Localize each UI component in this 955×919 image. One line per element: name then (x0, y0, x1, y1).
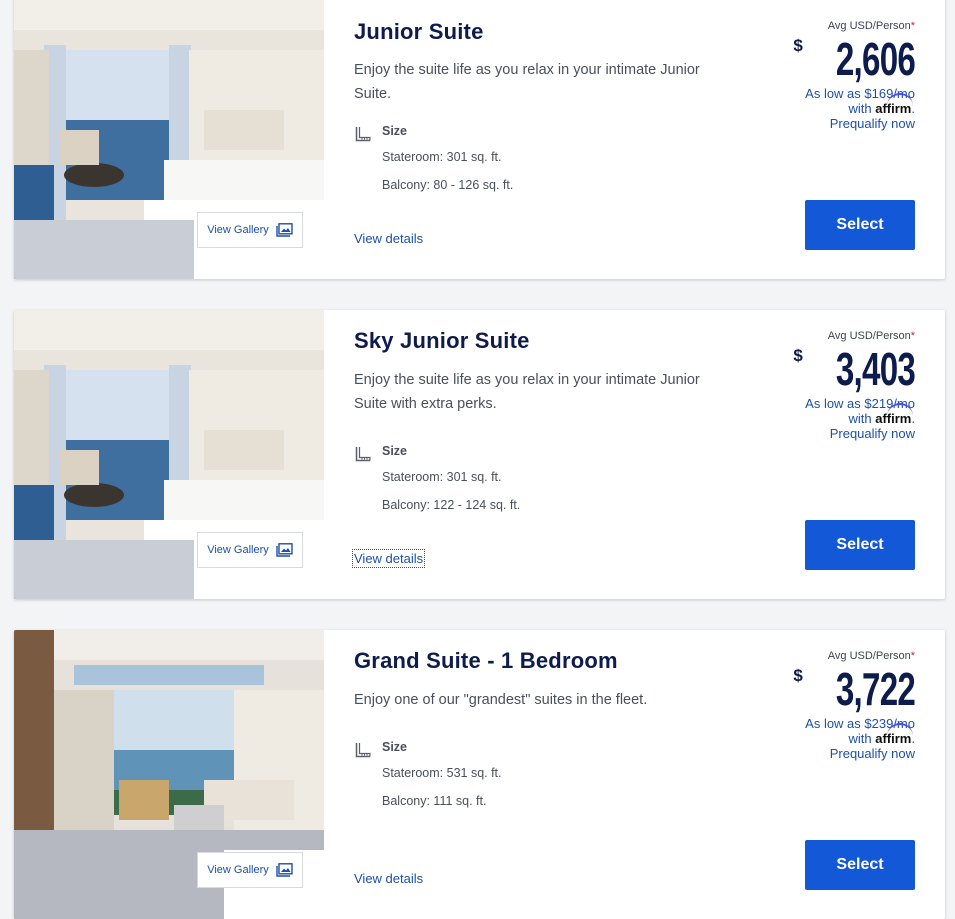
prequalify-link[interactable]: Prequalify now (735, 116, 915, 131)
price-amount: 3,722 (835, 663, 916, 715)
currency-symbol: $ (793, 346, 803, 365)
suite-photo[interactable]: View Gallery (14, 630, 324, 919)
select-button[interactable]: Select (805, 520, 915, 570)
view-details-link[interactable]: View details (354, 231, 423, 246)
size-label: Size (382, 444, 408, 458)
currency-symbol: $ (793, 666, 803, 685)
view-gallery-button[interactable]: View Gallery (197, 852, 303, 888)
size-label: Size (382, 124, 408, 138)
select-button[interactable]: Select (805, 840, 915, 890)
suite-title: Grand Suite - 1 Bedroom (354, 648, 618, 673)
view-details-link[interactable]: View details (351, 549, 426, 568)
price-block: Avg USD/Person* $ 2,606 As low as $169/m… (735, 20, 915, 131)
suite-card-grand: View Gallery Grand Suite - 1 Bedroom Enj… (14, 630, 945, 919)
suite-photo[interactable]: View Gallery (14, 310, 324, 599)
suite-card-sky-junior: View Gallery Sky Junior Suite Enjoy the … (14, 310, 945, 599)
prequalify-link[interactable]: Prequalify now (735, 426, 915, 441)
size-label: Size (382, 740, 408, 754)
balcony-size: Balcony: 80 - 126 sq. ft. (382, 178, 514, 192)
suite-photo[interactable]: View Gallery (14, 0, 324, 279)
gallery-icon (276, 223, 293, 237)
gallery-icon (276, 863, 293, 877)
view-gallery-label: View Gallery (207, 224, 269, 236)
affirm-line: with affirm. (735, 403, 915, 426)
view-gallery-label: View Gallery (207, 864, 269, 876)
affirm-logo: affirm (875, 723, 914, 746)
suite-description: Enjoy one of our "grandest" suites in th… (354, 692, 648, 708)
currency-symbol: $ (793, 36, 803, 55)
avg-price-label: Avg USD/Person* (827, 330, 915, 342)
avg-price-label: Avg USD/Person* (827, 20, 915, 32)
price: $ 3,403 (735, 344, 915, 394)
gallery-icon (276, 543, 293, 557)
prequalify-link[interactable]: Prequalify now (735, 746, 915, 761)
select-button[interactable]: Select (805, 200, 915, 250)
ruler-icon (355, 447, 371, 462)
price-amount: 2,606 (835, 33, 916, 85)
suite-card-junior: View Gallery Junior Suite Enjoy the suit… (14, 0, 945, 279)
stateroom-size: Stateroom: 301 sq. ft. (382, 150, 502, 164)
price-block: Avg USD/Person* $ 3,722 As low as $239/m… (735, 650, 915, 761)
balcony-size: Balcony: 122 - 124 sq. ft. (382, 498, 521, 512)
price-amount: 3,403 (835, 343, 916, 395)
view-gallery-button[interactable]: View Gallery (197, 212, 303, 248)
suite-title: Sky Junior Suite (354, 328, 530, 353)
affirm-line: with affirm. (735, 93, 915, 116)
ruler-icon (355, 743, 371, 758)
view-details-link[interactable]: View details (354, 871, 423, 886)
suite-description: Enjoy the suite life as you relax in you… (354, 372, 700, 412)
price-block: Avg USD/Person* $ 3,403 As low as $219/m… (735, 330, 915, 441)
affirm-logo: affirm (875, 93, 914, 116)
price: $ 2,606 (735, 34, 915, 84)
affirm-line: with affirm. (735, 723, 915, 746)
balcony-size: Balcony: 111 sq. ft. (382, 794, 487, 808)
price: $ 3,722 (735, 664, 915, 714)
stateroom-size: Stateroom: 531 sq. ft. (382, 766, 502, 780)
ruler-icon (355, 127, 371, 142)
stateroom-size: Stateroom: 301 sq. ft. (382, 470, 502, 484)
suite-title: Junior Suite (354, 19, 484, 44)
view-gallery-label: View Gallery (207, 544, 269, 556)
avg-price-label: Avg USD/Person* (827, 650, 915, 662)
suite-description: Enjoy the suite life as you relax in you… (354, 62, 700, 102)
view-gallery-button[interactable]: View Gallery (197, 532, 303, 568)
affirm-logo: affirm (875, 403, 914, 426)
